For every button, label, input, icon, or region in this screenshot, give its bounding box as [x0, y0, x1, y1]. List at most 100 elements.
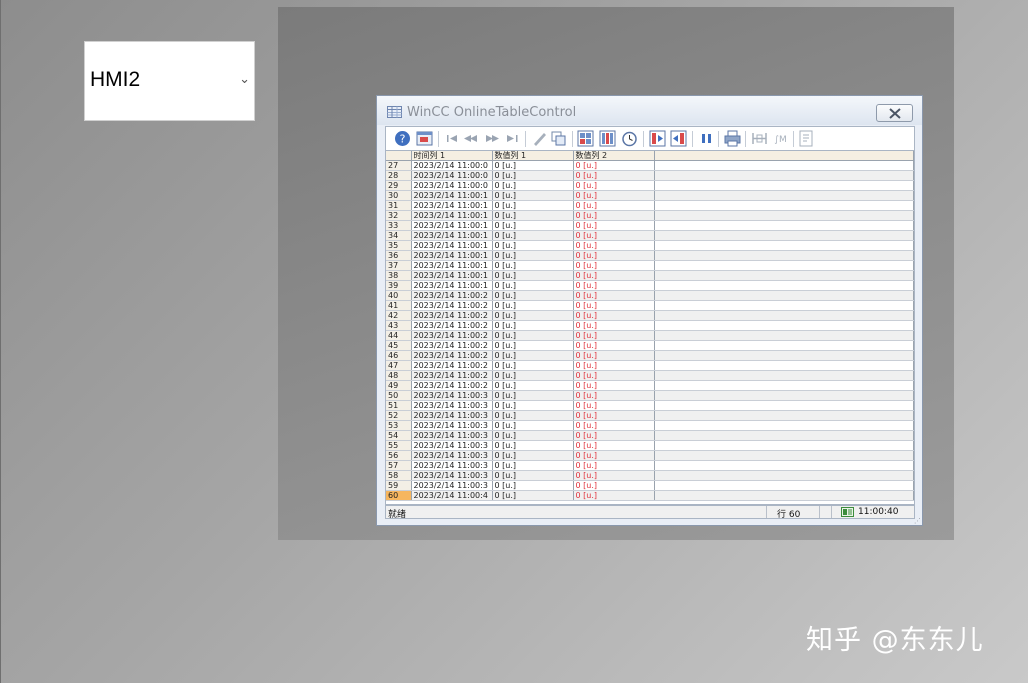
empty-cell[interactable]	[654, 410, 914, 421]
table-row[interactable]: 60 2023/2/14 11:00:4 0 [u.] 0 [u.]	[386, 490, 914, 501]
time-cell[interactable]: 2023/2/14 11:00:2	[411, 350, 493, 361]
time-cell[interactable]: 2023/2/14 11:00:2	[411, 370, 493, 381]
close-button[interactable]	[876, 104, 913, 122]
value1-cell[interactable]: 0 [u.]	[492, 400, 574, 411]
time-cell[interactable]: 2023/2/14 11:00:2	[411, 310, 493, 321]
value2-cell[interactable]: 0 [u.]	[573, 380, 655, 391]
edit-icon[interactable]	[531, 130, 548, 147]
row-number-cell[interactable]: 60	[386, 490, 412, 501]
table-row[interactable]: 55 2023/2/14 11:00:3 0 [u.] 0 [u.]	[386, 440, 914, 451]
empty-cell[interactable]	[654, 320, 914, 331]
value2-cell[interactable]: 0 [u.]	[573, 210, 655, 221]
row-number-cell[interactable]: 51	[386, 400, 412, 411]
row-number-cell[interactable]: 43	[386, 320, 412, 331]
table-row[interactable]: 49 2023/2/14 11:00:2 0 [u.] 0 [u.]	[386, 380, 914, 391]
time-cell[interactable]: 2023/2/14 11:00:3	[411, 440, 493, 451]
select-time-range-icon[interactable]	[621, 130, 638, 147]
empty-cell[interactable]	[654, 360, 914, 371]
time-cell[interactable]: 2023/2/14 11:00:3	[411, 480, 493, 491]
next-record-icon[interactable]	[484, 130, 501, 147]
value1-cell[interactable]: 0 [u.]	[492, 360, 574, 371]
value2-cell[interactable]: 0 [u.]	[573, 260, 655, 271]
table-row[interactable]: 46 2023/2/14 11:00:2 0 [u.] 0 [u.]	[386, 350, 914, 361]
chevron-down-icon[interactable]: ⌄	[239, 72, 250, 87]
table-row[interactable]: 36 2023/2/14 11:00:1 0 [u.] 0 [u.]	[386, 250, 914, 261]
table-row[interactable]: 56 2023/2/14 11:00:3 0 [u.] 0 [u.]	[386, 450, 914, 461]
table-row[interactable]: 52 2023/2/14 11:00:3 0 [u.] 0 [u.]	[386, 410, 914, 421]
empty-cell[interactable]	[654, 480, 914, 491]
value1-cell[interactable]: 0 [u.]	[492, 370, 574, 381]
row-number-cell[interactable]: 55	[386, 440, 412, 451]
value2-cell[interactable]: 0 [u.]	[573, 350, 655, 361]
row-number-cell[interactable]: 42	[386, 310, 412, 321]
value1-cell[interactable]: 0 [u.]	[492, 300, 574, 311]
value1-cell[interactable]: 0 [u.]	[492, 490, 574, 501]
table-row[interactable]: 43 2023/2/14 11:00:2 0 [u.] 0 [u.]	[386, 320, 914, 331]
time-cell[interactable]: 2023/2/14 11:00:3	[411, 460, 493, 471]
value2-cell[interactable]: 0 [u.]	[573, 180, 655, 191]
empty-cell[interactable]	[654, 290, 914, 301]
table-row[interactable]: 45 2023/2/14 11:00:2 0 [u.] 0 [u.]	[386, 340, 914, 351]
table-row[interactable]: 50 2023/2/14 11:00:3 0 [u.] 0 [u.]	[386, 390, 914, 401]
time-cell[interactable]: 2023/2/14 11:00:2	[411, 360, 493, 371]
select-columns-icon[interactable]	[599, 130, 616, 147]
table-row[interactable]: 37 2023/2/14 11:00:1 0 [u.] 0 [u.]	[386, 260, 914, 271]
time-cell[interactable]: 2023/2/14 11:00:0	[411, 160, 493, 171]
row-number-cell[interactable]: 29	[386, 180, 412, 191]
value1-cell[interactable]: 0 [u.]	[492, 170, 574, 181]
row-number-cell[interactable]: 47	[386, 360, 412, 371]
empty-cell[interactable]	[654, 340, 914, 351]
value1-cell[interactable]: 0 [u.]	[492, 320, 574, 331]
table-row[interactable]: 40 2023/2/14 11:00:2 0 [u.] 0 [u.]	[386, 290, 914, 301]
row-number-cell[interactable]: 32	[386, 210, 412, 221]
row-number-cell[interactable]: 52	[386, 410, 412, 421]
row-number-cell[interactable]: 48	[386, 370, 412, 381]
empty-cell[interactable]	[654, 300, 914, 311]
value1-cell[interactable]: 0 [u.]	[492, 190, 574, 201]
row-number-cell[interactable]: 49	[386, 380, 412, 391]
value2-cell[interactable]: 0 [u.]	[573, 400, 655, 411]
value1-cell[interactable]: 0 [u.]	[492, 420, 574, 431]
empty-cell[interactable]	[654, 210, 914, 221]
value2-cell[interactable]: 0 [u.]	[573, 370, 655, 381]
value2-cell[interactable]: 0 [u.]	[573, 280, 655, 291]
value1-cell[interactable]: 0 [u.]	[492, 210, 574, 221]
empty-cell[interactable]	[654, 240, 914, 251]
value1-cell[interactable]: 0 [u.]	[492, 480, 574, 491]
empty-cell[interactable]	[654, 490, 914, 501]
value2-cell[interactable]: 0 [u.]	[573, 410, 655, 421]
value1-cell[interactable]: 0 [u.]	[492, 230, 574, 241]
empty-cell[interactable]	[654, 180, 914, 191]
time-cell[interactable]: 2023/2/14 11:00:3	[411, 410, 493, 421]
value1-cell[interactable]: 0 [u.]	[492, 470, 574, 481]
copy-rows-icon[interactable]	[550, 130, 567, 147]
empty-cell[interactable]	[654, 170, 914, 181]
row-number-cell[interactable]: 27	[386, 160, 412, 171]
time-cell[interactable]: 2023/2/14 11:00:3	[411, 450, 493, 461]
calculate-statistics-icon[interactable]: ∫M	[772, 130, 789, 147]
time-cell[interactable]: 2023/2/14 11:00:0	[411, 180, 493, 191]
row-number-cell[interactable]: 56	[386, 450, 412, 461]
time-cell[interactable]: 2023/2/14 11:00:1	[411, 200, 493, 211]
value1-cell[interactable]: 0 [u.]	[492, 330, 574, 341]
value2-cell[interactable]: 0 [u.]	[573, 270, 655, 281]
time-cell[interactable]: 2023/2/14 11:00:1	[411, 260, 493, 271]
value1-cell[interactable]: 0 [u.]	[492, 440, 574, 451]
value1-cell[interactable]: 0 [u.]	[492, 340, 574, 351]
value2-cell[interactable]: 0 [u.]	[573, 480, 655, 491]
empty-cell[interactable]	[654, 380, 914, 391]
value2-cell[interactable]: 0 [u.]	[573, 250, 655, 261]
value2-cell[interactable]: 0 [u.]	[573, 390, 655, 401]
value2-cell[interactable]: 0 [u.]	[573, 330, 655, 341]
empty-cell[interactable]	[654, 280, 914, 291]
time-cell[interactable]: 2023/2/14 11:00:3	[411, 400, 493, 411]
row-number-cell[interactable]: 37	[386, 260, 412, 271]
time-cell[interactable]: 2023/2/14 11:00:1	[411, 250, 493, 261]
time-cell[interactable]: 2023/2/14 11:00:2	[411, 290, 493, 301]
empty-cell[interactable]	[654, 250, 914, 261]
table-row[interactable]: 57 2023/2/14 11:00:3 0 [u.] 0 [u.]	[386, 460, 914, 471]
column-header-value2[interactable]: 数值列 2	[573, 151, 655, 161]
value2-cell[interactable]: 0 [u.]	[573, 200, 655, 211]
table-row[interactable]: 51 2023/2/14 11:00:3 0 [u.] 0 [u.]	[386, 400, 914, 411]
table-row[interactable]: 48 2023/2/14 11:00:2 0 [u.] 0 [u.]	[386, 370, 914, 381]
